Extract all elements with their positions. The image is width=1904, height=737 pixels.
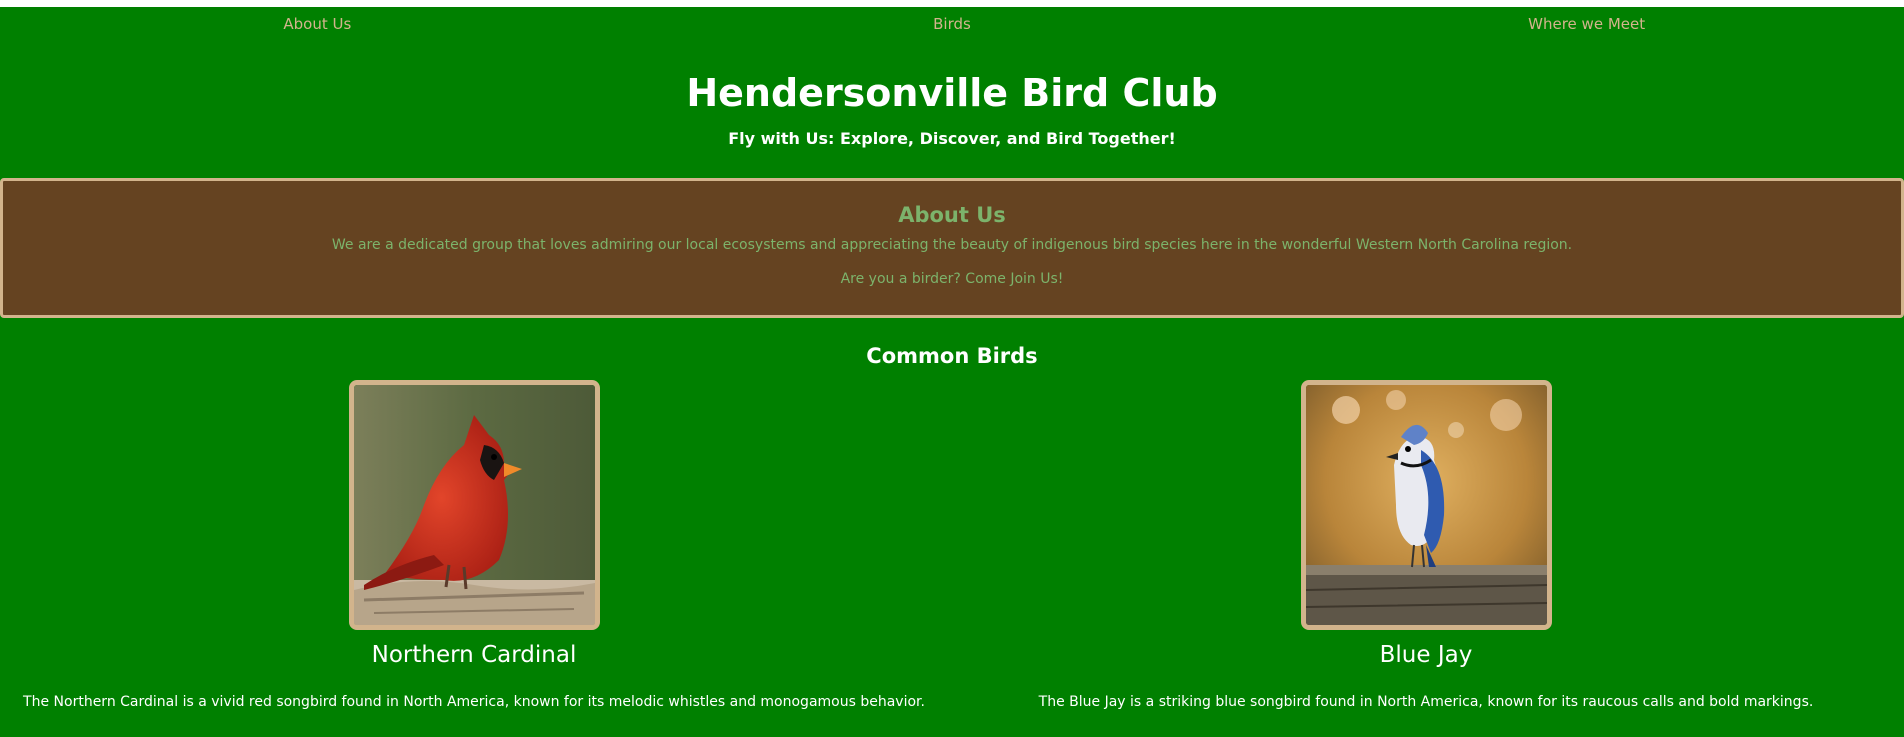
site-header: Hendersonville Bird Club Fly with Us: Ex… (0, 41, 1904, 148)
northern-cardinal-image (353, 385, 595, 625)
about-section: About Us We are a dedicated group that l… (0, 178, 1904, 318)
bird-card-blue-jay: Blue Jay The Blue Jay is a striking blue… (952, 380, 1900, 710)
birds-section: Common Birds Northern Cardinal The North… (0, 344, 1904, 730)
birds-heading: Common Birds (866, 344, 1038, 368)
about-paragraph: We are a dedicated group that loves admi… (331, 237, 1573, 253)
northern-cardinal-description: The Northern Cardinal is a vivid red son… (23, 694, 925, 710)
nav-link-birds[interactable]: Birds (635, 15, 1270, 33)
blue-jay-photo (1300, 380, 1552, 630)
nav-link-where-we-meet[interactable]: Where we Meet (1269, 15, 1904, 33)
blue-jay-description: The Blue Jay is a striking blue songbird… (1038, 694, 1814, 710)
blue-jay-image (1305, 385, 1547, 625)
site-title: Hendersonville Bird Club (686, 71, 1218, 115)
northern-cardinal-photo (348, 380, 600, 630)
about-join-paragraph: Are you a birder? Come Join Us! (840, 271, 1064, 287)
about-heading: About Us (898, 203, 1006, 227)
nav-link-about-us[interactable]: About Us (0, 15, 635, 33)
site-tagline: Fly with Us: Explore, Discover, and Bird… (728, 128, 1176, 148)
northern-cardinal-name: Northern Cardinal (371, 642, 577, 668)
blue-jay-name: Blue Jay (1379, 642, 1473, 668)
top-nav: About Us Birds Where we Meet (0, 7, 1904, 41)
bird-card-northern-cardinal: Northern Cardinal The Northern Cardinal … (0, 380, 948, 710)
